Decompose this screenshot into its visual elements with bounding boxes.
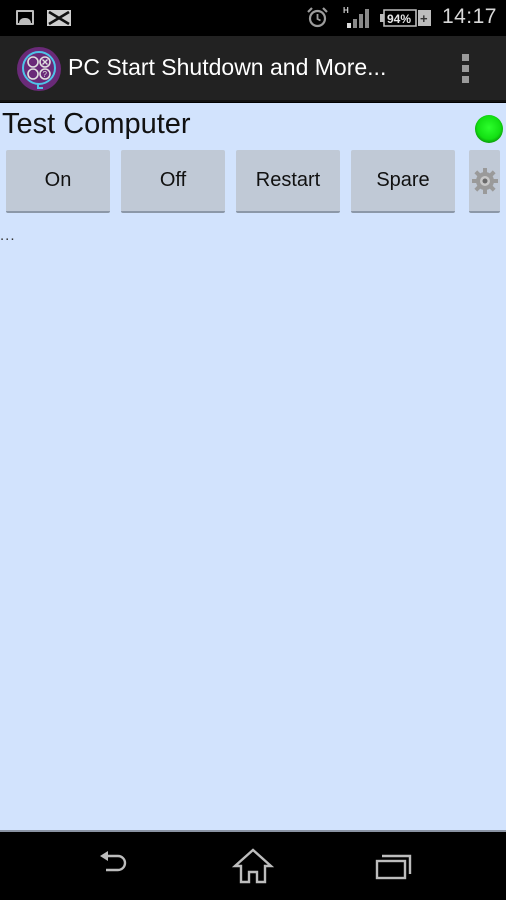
- charging-indicator: +: [420, 11, 428, 26]
- log-text: ...: [0, 227, 16, 244]
- on-button-label: On: [44, 169, 72, 191]
- clock: 14:17: [441, 5, 497, 28]
- off-button-label: Off: [159, 169, 187, 191]
- gallery-icon: [16, 10, 34, 25]
- off-button[interactable]: Off: [121, 150, 225, 213]
- restart-button[interactable]: Restart: [236, 150, 340, 213]
- gear-icon: [471, 167, 498, 194]
- status-bar: H 94% + 14:17: [0, 0, 506, 36]
- settings-button[interactable]: [469, 150, 500, 213]
- recents-icon[interactable]: [372, 846, 416, 886]
- network-type-label: H: [343, 6, 349, 15]
- alarm-icon: [307, 7, 328, 28]
- mail-icon: [47, 10, 71, 26]
- main-content: Test Computer On Off Restart Spare ...: [0, 103, 506, 832]
- home-icon[interactable]: [231, 846, 275, 886]
- svg-text:?: ?: [43, 70, 48, 79]
- status-indicator-icon: [475, 115, 503, 143]
- nav-bar: [0, 832, 506, 900]
- action-bar: ? PC Start Shutdown and More...: [0, 36, 506, 102]
- battery-percent: 94%: [387, 12, 411, 26]
- back-icon[interactable]: [92, 846, 136, 886]
- computer-name: Test Computer: [2, 108, 191, 140]
- signal-icon: H: [343, 6, 369, 28]
- overflow-menu-icon[interactable]: [458, 54, 474, 84]
- battery-icon: 94% +: [380, 9, 431, 27]
- on-button[interactable]: On: [6, 150, 110, 213]
- app-logo-icon[interactable]: ?: [16, 46, 62, 92]
- app-title: PC Start Shutdown and More...: [68, 54, 387, 80]
- spare-button[interactable]: Spare: [351, 150, 455, 213]
- spare-button-label: Spare: [376, 169, 430, 191]
- restart-button-label: Restart: [255, 169, 321, 191]
